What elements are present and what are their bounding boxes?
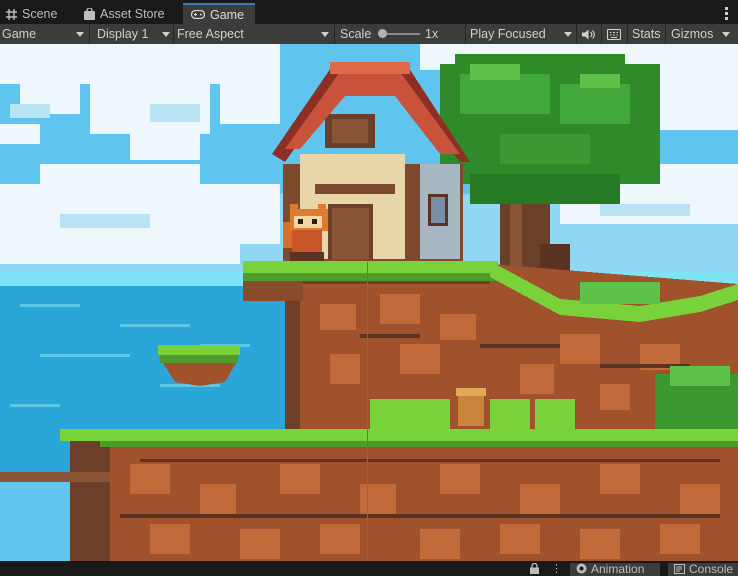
game-viewport[interactable]	[0, 44, 738, 561]
more-options-icon[interactable]	[725, 7, 728, 22]
console-icon	[674, 563, 685, 574]
status-options-icon[interactable]: ⋮	[551, 561, 562, 576]
tab-game-label: Game	[210, 7, 245, 22]
game-scene	[0, 44, 738, 561]
aspect-select[interactable]: Free Aspect	[177, 24, 332, 44]
play-mode-select[interactable]: Play Focused	[470, 24, 574, 44]
play-mode-select-value: Play Focused	[470, 27, 546, 41]
tab-asset-store-label: Asset Store	[100, 7, 165, 21]
aspect-select-chevron-down-icon	[321, 32, 329, 37]
play-mode-chevron-down-icon	[564, 32, 572, 37]
tab-game[interactable]: Game	[183, 3, 255, 24]
view-select-value: Game	[2, 27, 37, 41]
tab-scene[interactable]: Scene	[6, 4, 57, 24]
mute-audio-toggle[interactable]	[582, 24, 595, 44]
lower-ground	[0, 429, 738, 561]
tab-console-label: Console	[689, 561, 734, 576]
game-view-toolbar: Game Display 1 Free Aspect Scale 1x Play…	[0, 24, 738, 45]
tab-scene-label: Scene	[22, 7, 58, 21]
speaker-icon	[582, 29, 595, 39]
scale-label: Scale	[340, 27, 372, 41]
display-select-chevron-down-icon	[162, 32, 170, 37]
gizmos-chevron-down-icon[interactable]	[722, 32, 730, 37]
scale-value: 1x	[425, 27, 439, 41]
animation-icon	[576, 563, 587, 574]
tab-animation-label: Animation	[591, 561, 645, 576]
tab-animation[interactable]: Animation	[576, 561, 644, 576]
tab-console[interactable]: Console	[674, 561, 733, 576]
gizmos-button[interactable]: Gizmos	[671, 24, 713, 44]
display-select[interactable]: Display 1	[97, 24, 171, 44]
shortcuts-toggle[interactable]	[607, 24, 621, 44]
stats-button[interactable]: Stats	[632, 24, 661, 44]
display-select-value: Display 1	[97, 27, 149, 41]
tab-asset-store[interactable]: Asset Store	[84, 4, 165, 24]
gamepad-icon	[191, 10, 205, 19]
shopping-bag-icon	[84, 8, 95, 20]
aspect-select-value: Free Aspect	[177, 27, 244, 41]
window-tab-bar: Scene Asset Store Game	[0, 0, 738, 24]
keyboard-icon	[607, 28, 621, 40]
bottom-status-bar: ⋮ Animation Console	[0, 561, 738, 576]
scale-slider-handle[interactable]	[378, 29, 387, 38]
camera-guide-line	[367, 262, 368, 561]
view-select-chevron-down-icon	[76, 32, 84, 37]
lock-icon[interactable]	[530, 561, 539, 576]
grid-icon	[6, 8, 17, 20]
